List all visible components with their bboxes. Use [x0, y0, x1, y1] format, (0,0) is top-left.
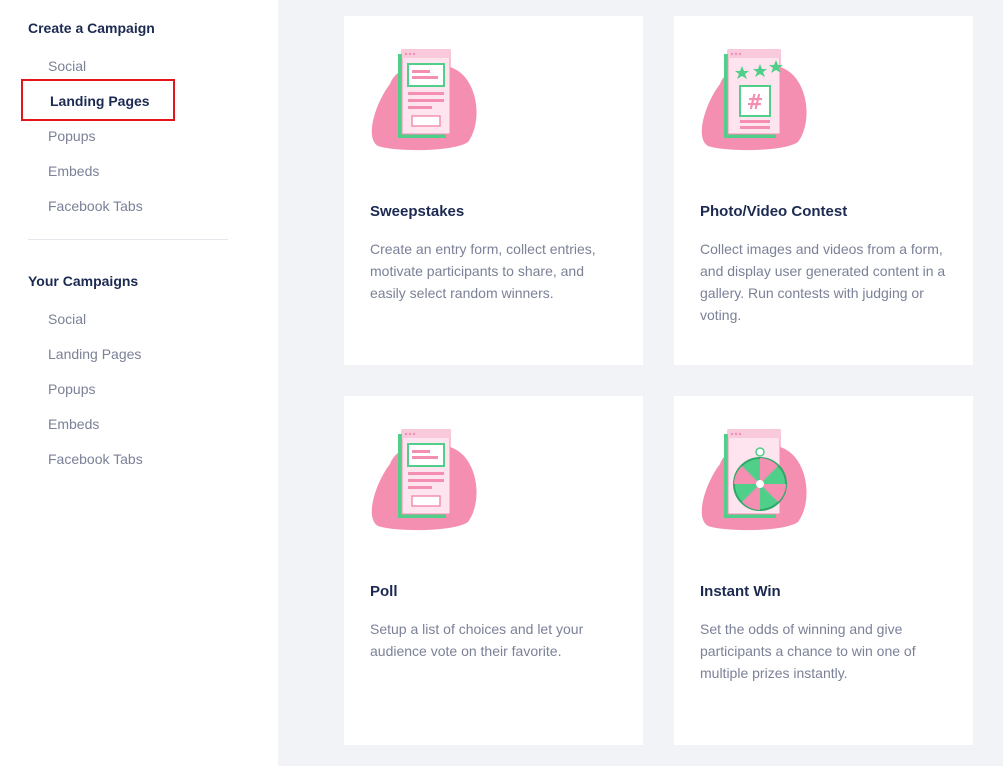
- card-description: Set the odds of winning and give partici…: [700, 621, 916, 681]
- card-description: Setup a list of choices and let your aud…: [370, 621, 584, 659]
- card-instant-win[interactable]: Instant Win Set the odds of winning and …: [674, 396, 973, 745]
- instant-win-illustration-icon: [701, 429, 807, 531]
- photo-contest-illustration-icon: #: [701, 49, 807, 151]
- create-campaign-heading: Create a Campaign: [28, 20, 155, 36]
- create-nav-popups[interactable]: Popups: [48, 128, 95, 144]
- card-title: Poll: [370, 583, 398, 600]
- create-nav-landing-pages[interactable]: Landing Pages: [50, 93, 150, 109]
- sweepstakes-illustration-icon: [371, 49, 477, 151]
- sidebar: Create a Campaign Social Landing Pages P…: [0, 0, 278, 766]
- card-photo-video-contest[interactable]: # Photo/Video Contest Collect images and…: [674, 16, 973, 365]
- your-nav-social[interactable]: Social: [48, 311, 86, 327]
- create-nav-embeds[interactable]: Embeds: [48, 163, 99, 179]
- card-title: Photo/Video Contest: [700, 203, 848, 220]
- sidebar-divider: [28, 239, 228, 240]
- your-nav-embeds[interactable]: Embeds: [48, 416, 99, 432]
- card-sweepstakes[interactable]: Sweepstakes Create an entry form, collec…: [344, 16, 643, 365]
- card-title: Sweepstakes: [370, 203, 465, 220]
- your-nav-popups[interactable]: Popups: [48, 381, 95, 397]
- card-title: Instant Win: [700, 583, 781, 600]
- create-nav-facebook-tabs[interactable]: Facebook Tabs: [48, 198, 143, 214]
- card-poll[interactable]: Poll Setup a list of choices and let you…: [344, 396, 643, 745]
- your-nav-facebook-tabs[interactable]: Facebook Tabs: [48, 451, 143, 467]
- poll-illustration-icon: [371, 429, 477, 531]
- create-nav-social[interactable]: Social: [48, 58, 86, 74]
- card-description: Create an entry form, collect entries, m…: [370, 241, 596, 301]
- your-campaigns-heading: Your Campaigns: [28, 273, 139, 289]
- svg-text:#: #: [747, 90, 764, 114]
- card-description: Collect images and videos from a form, a…: [700, 241, 946, 323]
- your-nav-landing-pages[interactable]: Landing Pages: [48, 346, 141, 362]
